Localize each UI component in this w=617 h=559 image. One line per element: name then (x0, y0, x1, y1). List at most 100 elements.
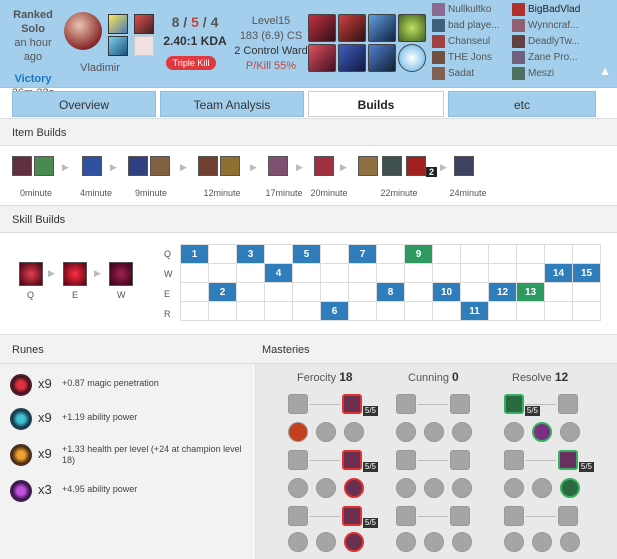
mastery-icon[interactable] (396, 506, 416, 526)
mastery-icon[interactable] (424, 478, 444, 498)
item-doran-ring-icon[interactable] (12, 156, 32, 176)
mastery-icon[interactable] (504, 422, 524, 442)
mastery-icon[interactable] (452, 422, 472, 442)
mastery-icon[interactable] (424, 422, 444, 442)
mastery-icon[interactable] (316, 422, 336, 442)
mastery-icon[interactable] (560, 532, 580, 552)
item-elixir-icon[interactable] (268, 156, 288, 176)
mastery-icon[interactable] (288, 506, 308, 526)
skill-e-icon[interactable] (63, 262, 87, 286)
mastery-icon[interactable] (316, 478, 336, 498)
champion-portrait[interactable] (64, 12, 102, 50)
mastery-icon[interactable] (504, 532, 524, 552)
item-slot-3[interactable] (368, 14, 396, 42)
item-time-label: 12minute (203, 188, 241, 198)
rune-row[interactable]: x9 +1.33 health per level (+24 at champi… (8, 442, 248, 472)
mastery-icon[interactable] (396, 450, 416, 470)
mastery-icon[interactable] (396, 394, 416, 414)
mastery-icon[interactable] (288, 422, 308, 442)
item-final-icon[interactable] (454, 156, 474, 176)
mastery-icon[interactable] (558, 506, 578, 526)
player-team1-4[interactable]: THE Jons (432, 50, 504, 66)
mastery-icon[interactable] (450, 450, 470, 470)
player-team2-1[interactable]: BigBadVlad (512, 2, 584, 18)
skill-q-icon[interactable] (19, 262, 43, 286)
arrow-icon: ▶ (110, 162, 117, 172)
mastery-icon[interactable] (504, 450, 524, 470)
keystone-icon[interactable] (134, 14, 154, 34)
item-slot-4[interactable] (308, 44, 336, 72)
mastery-icon[interactable] (396, 422, 416, 442)
mastery-icon[interactable] (504, 478, 524, 498)
item-slot-1[interactable] (308, 14, 336, 42)
item-sold-icon[interactable] (382, 156, 402, 176)
mastery-icon[interactable] (558, 394, 578, 414)
mastery-icon[interactable]: 5/5 (558, 450, 594, 472)
mastery-icon[interactable] (450, 506, 470, 526)
mastery-icon[interactable] (532, 532, 552, 552)
skill-cell (208, 301, 237, 321)
mastery-icon[interactable] (396, 478, 416, 498)
tab-overview[interactable]: Overview (12, 91, 156, 117)
mastery-icon[interactable] (288, 450, 308, 470)
item-boots-icon[interactable] (128, 156, 148, 176)
mastery-icon[interactable] (316, 532, 336, 552)
player-team2-3[interactable]: DeadlyTw... (512, 34, 584, 50)
mastery-icon[interactable]: 5/5 (342, 450, 378, 472)
skill-w-icon[interactable] (109, 262, 133, 286)
mastery-icon[interactable] (288, 478, 308, 498)
rune-row[interactable]: x3 +4.95 ability power (8, 478, 248, 502)
tab-etc[interactable]: etc (448, 91, 596, 117)
ward-icon[interactable] (398, 44, 426, 72)
item-time-label: 20minute (310, 188, 348, 198)
player-team2-2[interactable]: Wynncraf... (512, 18, 584, 34)
rune-row[interactable]: x9 +1.19 ability power (8, 406, 248, 430)
player-champ-icon (432, 66, 445, 80)
item-cutlass-icon[interactable] (314, 156, 334, 176)
item-amp-tome-icon[interactable] (220, 156, 240, 176)
mastery-icon[interactable] (452, 478, 472, 498)
mastery-icon[interactable] (452, 532, 472, 552)
mastery-icon[interactable] (450, 394, 470, 414)
summoner-spell-flash-icon[interactable] (108, 14, 128, 34)
item-slot-2[interactable] (338, 14, 366, 42)
mastery-icon[interactable] (532, 422, 552, 442)
mastery-icon[interactable] (344, 478, 364, 498)
mastery-icon[interactable] (504, 506, 524, 526)
rune-row[interactable]: x9 +0.87 magic penetration (8, 372, 248, 396)
item-slot-5[interactable] (338, 44, 366, 72)
mastery-icon[interactable]: 5/5 (342, 506, 378, 528)
mastery-icon[interactable] (424, 532, 444, 552)
tab-team-analysis[interactable]: Team Analysis (160, 91, 304, 117)
item-slot-6[interactable] (368, 44, 396, 72)
item-potion-icon[interactable] (34, 156, 54, 176)
mastery-icon[interactable] (288, 532, 308, 552)
item-rod-icon[interactable] (198, 156, 218, 176)
item-tome-icon[interactable] (82, 156, 102, 176)
player-team2-4[interactable]: Zane Pro... (512, 50, 584, 66)
player-team1-5[interactable]: Sadat (432, 66, 504, 82)
item-component-icon[interactable] (150, 156, 170, 176)
mastery-icon[interactable] (560, 422, 580, 442)
mastery-icon[interactable]: 5/5 (504, 394, 540, 416)
mastery-icon[interactable] (560, 478, 580, 498)
player-team2-5[interactable]: Meszi (512, 66, 584, 82)
mastery-icon[interactable] (532, 478, 552, 498)
tab-builds[interactable]: Builds (308, 91, 444, 117)
player-team1-1[interactable]: Nullkultko (432, 2, 504, 18)
player-team1-3[interactable]: Chanseul (432, 34, 504, 50)
mastery-icon[interactable] (396, 532, 416, 552)
mastery-icon[interactable] (344, 422, 364, 442)
collapse-chevron-icon[interactable]: ▲ (599, 64, 611, 78)
item-stacked-icon[interactable]: 2 (406, 156, 437, 177)
trinket-slot[interactable] (398, 14, 426, 42)
skill-row-q: 1 3 5 7 9 (180, 244, 601, 264)
mastery-icon[interactable]: 5/5 (342, 394, 378, 416)
mastery-icon[interactable] (288, 394, 308, 414)
rune-glyph-icon (10, 408, 32, 430)
player-team1-2[interactable]: bad playe... (432, 18, 504, 34)
secondary-icon[interactable] (134, 36, 154, 56)
summoner-spell-teleport-icon[interactable] (108, 36, 128, 56)
mastery-icon[interactable] (344, 532, 364, 552)
item-belt-icon[interactable] (358, 156, 378, 176)
